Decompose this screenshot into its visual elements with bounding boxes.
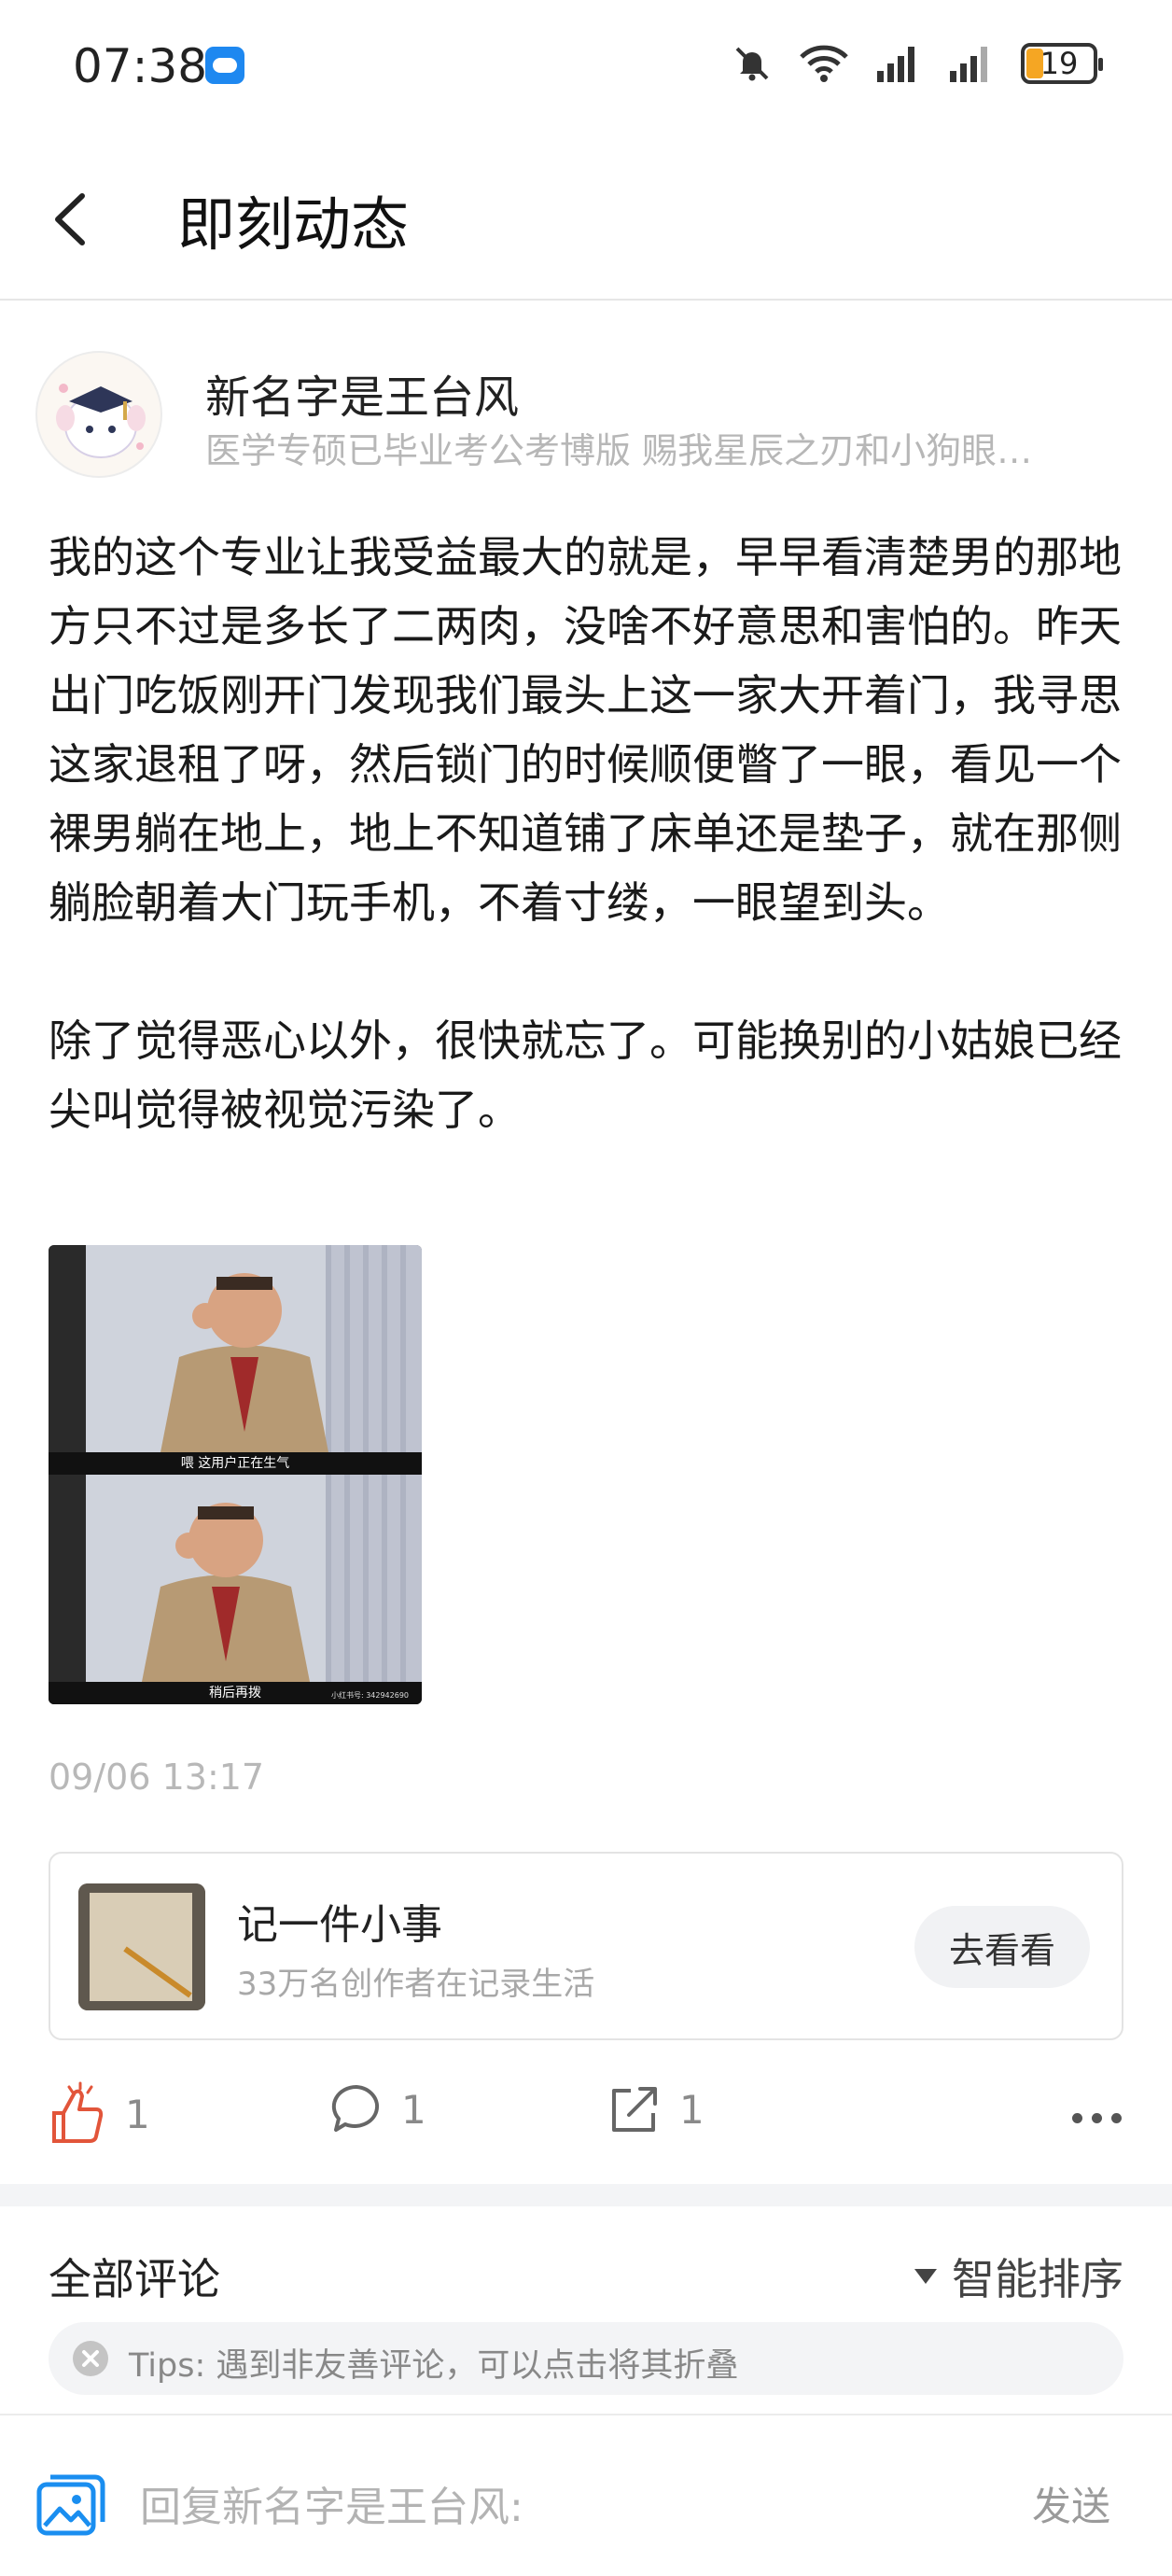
sort-dropdown[interactable]: 智能排序 <box>913 2246 1123 2307</box>
caret-down-icon <box>914 2269 937 2284</box>
post-body: 我的这个专业让我受益最大的就是，早早看清楚男的那地方只不过是多长了二两肉，没啥不… <box>49 523 1122 1144</box>
more-options-button[interactable] <box>1072 2113 1122 2123</box>
mute-bell-icon <box>732 43 773 84</box>
chevron-left-icon <box>55 193 85 245</box>
promo-title: 记一件小事 <box>237 1901 442 1949</box>
more-dots-icon <box>1072 2113 1082 2123</box>
battery-icon: 19 <box>1021 43 1103 84</box>
comment-count: 1 <box>401 2086 426 2133</box>
share-button[interactable]: 1 <box>607 2081 705 2137</box>
section-divider <box>0 2184 1172 2206</box>
tips-text: Tips: 遇到非友善评论，可以点击将其折叠 <box>129 2347 739 2385</box>
wifi-icon <box>799 44 849 83</box>
image-icon <box>36 2474 105 2536</box>
status-bar: 07:38 19 <box>0 0 1172 140</box>
signal-icon-1 <box>875 45 922 82</box>
promo-subtitle: 33万名创作者在记录生活 <box>237 1966 595 2003</box>
weather-icon <box>205 47 244 84</box>
page-title: 即刻动态 <box>177 190 410 259</box>
top-nav: 即刻动态 <box>0 140 1172 301</box>
like-button[interactable]: 1 <box>49 2081 150 2147</box>
avatar[interactable] <box>35 351 162 478</box>
promo-card[interactable]: 记一件小事 33万名创作者在记录生活 去看看 <box>49 1852 1123 2040</box>
meme-caption-top: 喂 这用户正在生气 <box>49 1452 422 1475</box>
share-icon <box>612 2087 657 2132</box>
promo-view-button[interactable]: 去看看 <box>914 1906 1090 1988</box>
reply-input[interactable] <box>140 2468 942 2546</box>
reply-bar: 发送 <box>0 2414 1172 2576</box>
back-button[interactable] <box>37 177 112 261</box>
image-watermark: 小红书号: 342942690 <box>330 1691 409 1700</box>
author-signature: 医学专硕已毕业考公考博版 赐我星辰之刃和小狗眼… <box>205 430 1033 471</box>
sort-label: 智能排序 <box>952 2254 1123 2304</box>
comments-title: 全部评论 <box>49 2254 220 2304</box>
clock: 07:38 <box>73 39 208 93</box>
cartoon-avatar-icon <box>56 384 146 458</box>
signal-icon-2 <box>948 45 995 82</box>
send-button[interactable]: 发送 <box>1032 2475 1110 2532</box>
comment-button[interactable]: 1 <box>328 2081 426 2137</box>
post-timestamp: 09/06 13:17 <box>49 1757 265 1798</box>
action-bar: 1 1 1 <box>0 2072 1172 2175</box>
tips-bar[interactable]: Tips: 遇到非友善评论，可以点击将其折叠 <box>49 2322 1123 2395</box>
meme-frame-top <box>49 1245 422 1452</box>
close-icon[interactable] <box>73 2341 108 2376</box>
post-image[interactable]: 喂 这用户正在生气 稍后再拨 小红书号: 342942690 <box>49 1245 422 1704</box>
post-paragraph-2: 除了觉得恶心以外，很快就忘了。可能换别的小姑娘已经尖叫觉得被视觉污染了。 <box>49 1015 1122 1135</box>
battery-level: 19 <box>1039 46 1079 81</box>
author-name[interactable]: 新名字是王台风 <box>205 360 519 426</box>
image-picker-button[interactable] <box>35 2471 106 2539</box>
comment-bubble-icon <box>331 2084 380 2132</box>
thumbs-up-icon <box>52 2081 104 2143</box>
notebook-thumbnail <box>78 1883 205 2010</box>
meme-frame-bottom <box>49 1475 422 1682</box>
like-count: 1 <box>125 2091 150 2137</box>
post-paragraph-1: 我的这个专业让我受益最大的就是，早早看清楚男的那地方只不过是多长了二两肉，没啥不… <box>49 532 1122 928</box>
share-count: 1 <box>679 2086 705 2133</box>
